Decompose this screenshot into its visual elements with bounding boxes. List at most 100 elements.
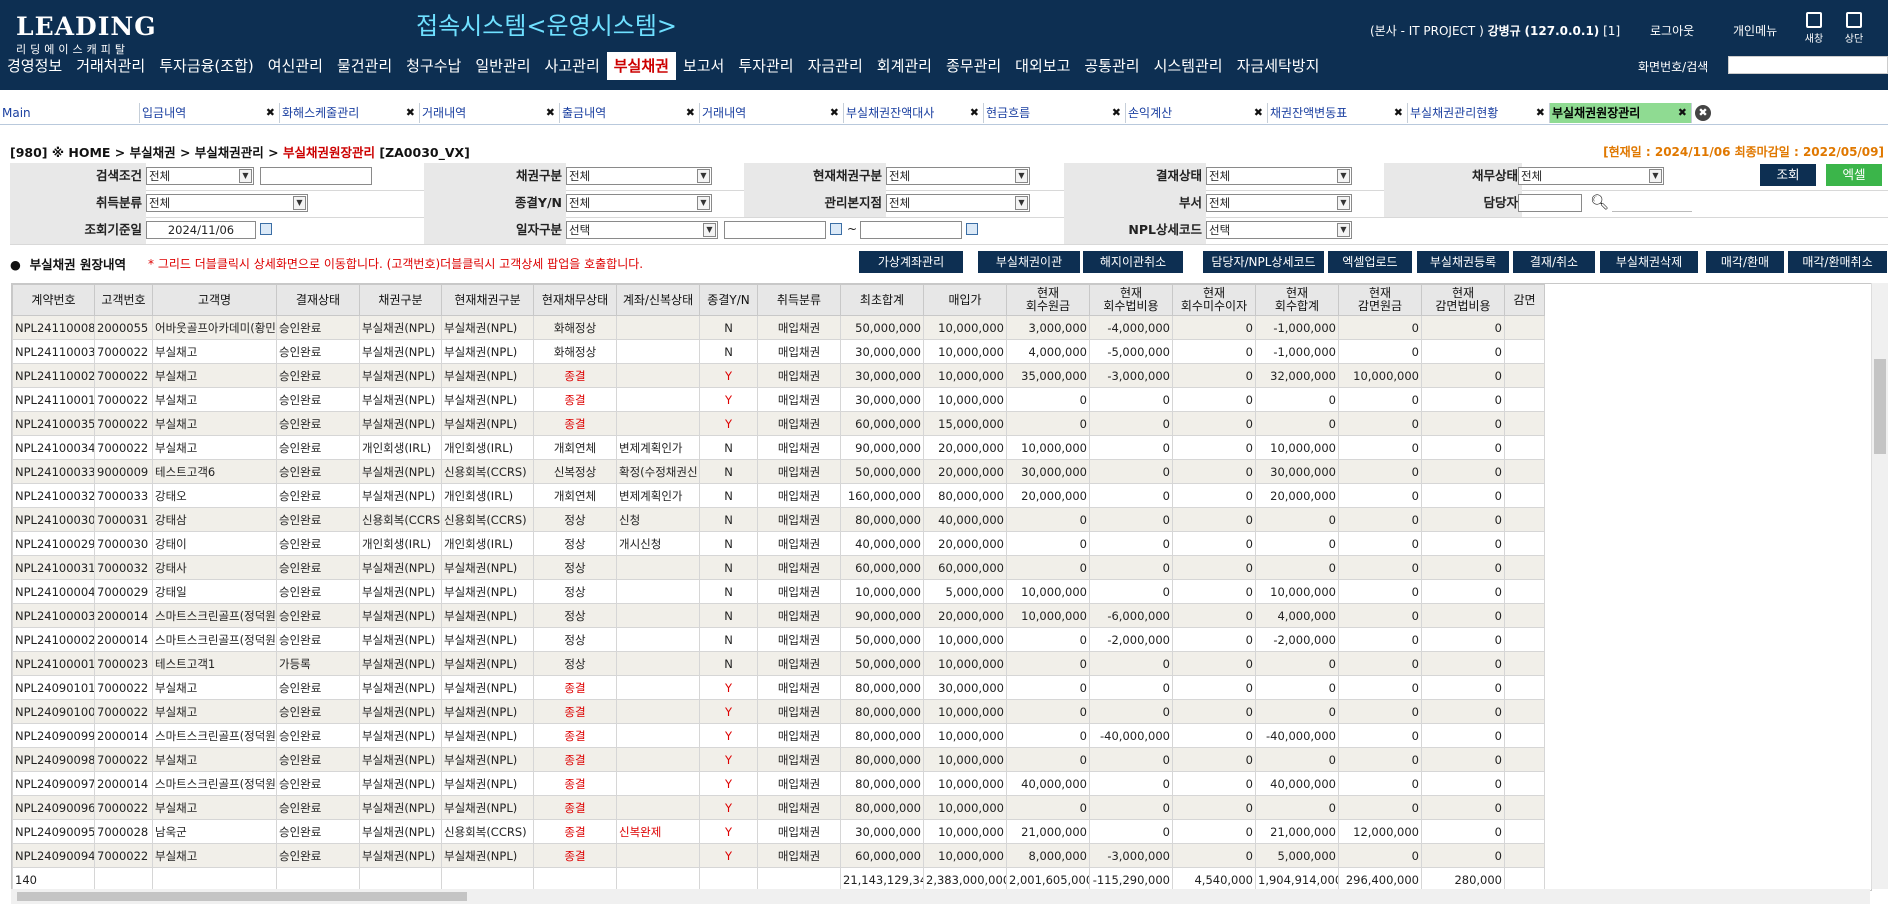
- menu-item[interactable]: 보고서: [676, 52, 731, 80]
- close-icon[interactable]: ✖: [406, 103, 415, 123]
- menu-item[interactable]: 청구수납: [399, 52, 468, 80]
- manager-npl-code-button[interactable]: 담당자/NPL상세코드: [1203, 251, 1324, 273]
- scroll-thumb[interactable]: [1874, 359, 1886, 454]
- tab[interactable]: 현금흐름 ✖: [984, 103, 1126, 123]
- data-grid[interactable]: 계약번호 고객번호 고객명 결재상태 채권구분 현재채권구분 현재채무상태 계좌/신복상태 종결…: [11, 283, 1872, 891]
- close-icon[interactable]: ✖: [830, 103, 839, 123]
- column-header[interactable]: 감면: [1504, 284, 1545, 316]
- search-keyword-input[interactable]: [260, 167, 372, 185]
- table-row[interactable]: NPL24110002 7000022 부실채고 승인완료 부실채권(NPL) 부실채권(…: [12, 363, 1545, 388]
- table-row[interactable]: NPL24090099 2000014 스마트스크린골프(정덕원 승인완료 부실채권(N…: [12, 723, 1545, 748]
- npl-code-select[interactable]: 선택 ▼: [1206, 221, 1352, 239]
- table-row[interactable]: NPL24100002 2000014 스마트스크린골프(정덕원 승인완료 부실채권(N…: [12, 627, 1545, 652]
- company-logo[interactable]: LEADING 리딩에이스캐피탈: [16, 12, 196, 57]
- tab[interactable]: 거래내역 ✖: [700, 103, 844, 123]
- menu-item[interactable]: 자금관리: [801, 52, 870, 80]
- column-header[interactable]: 현재 감면법비용: [1421, 284, 1505, 316]
- virtual-account-button[interactable]: 가상계좌관리: [859, 251, 963, 273]
- delete-button[interactable]: 부실채권삭제: [1600, 251, 1698, 273]
- close-icon[interactable]: ✖: [546, 103, 555, 123]
- column-header[interactable]: 최초합계: [840, 284, 924, 316]
- date-to-input[interactable]: [860, 221, 962, 239]
- table-row[interactable]: NPL24100031 7000032 강태사 승인완료 부실채권(NPL) 부실채권(N…: [12, 555, 1545, 580]
- column-header[interactable]: 고객번호: [94, 284, 153, 316]
- date-type-select[interactable]: 선택 ▼: [566, 221, 718, 239]
- debt-status-select[interactable]: 전체 ▼: [1518, 167, 1664, 185]
- search-cond-select[interactable]: 전체 ▼: [146, 167, 254, 185]
- table-row[interactable]: NPL24090100 7000022 부실채고 승인완료 부실채권(NPL) 부실채권(…: [12, 699, 1545, 724]
- manager-input[interactable]: [1518, 194, 1582, 212]
- tab[interactable]: 부실채권잔액대사 ✖: [844, 103, 984, 123]
- table-row[interactable]: NPL24100033 9000009 테스트고객6 승인완료 부실채권(NPL) 신용회…: [12, 459, 1545, 484]
- sell-buyback-cancel-button[interactable]: 매각/환매취소: [1788, 251, 1887, 273]
- column-header[interactable]: 현재 감면원금: [1338, 284, 1422, 316]
- table-row[interactable]: NPL24110001 7000022 부실채고 승인완료 부실채권(NPL) 부실채권(…: [12, 387, 1545, 412]
- excel-upload-button[interactable]: 엑셀업로드: [1328, 251, 1412, 273]
- menu-item[interactable]: 물건관리: [330, 52, 399, 80]
- tab[interactable]: 손익계산 ✖: [1126, 103, 1268, 123]
- column-header[interactable]: 현재 회수법비용: [1089, 284, 1173, 316]
- column-header[interactable]: 고객명: [152, 284, 277, 316]
- menu-item[interactable]: 여신관리: [261, 52, 330, 80]
- date-from-input[interactable]: [724, 221, 826, 239]
- approval-cancel-button[interactable]: 결재/취소: [1513, 251, 1595, 273]
- table-row[interactable]: NPL24090097 2000014 스마트스크린골프(정덕원 승인완료 부실채권(N…: [12, 771, 1545, 796]
- table-row[interactable]: NPL24100029 7000030 강태이 승인완료 개인회생(IRL) 개인회생(I…: [12, 531, 1545, 556]
- table-row[interactable]: NPL24100035 7000022 부실채고 승인완료 부실채권(NPL) 부실채권(…: [12, 411, 1545, 436]
- branch-select[interactable]: 전체 ▼: [886, 194, 1030, 212]
- search-icon[interactable]: 🔍︎: [1590, 193, 1609, 211]
- screen-search-input[interactable]: [1728, 56, 1888, 74]
- column-header[interactable]: 현재 회수원금: [1006, 284, 1090, 316]
- table-row[interactable]: NPL24090096 7000022 부실채고 승인완료 부실채권(NPL) 부실채권(…: [12, 795, 1545, 820]
- column-header[interactable]: 현재 회수합계: [1255, 284, 1339, 316]
- new-window-button[interactable]: 새창: [1800, 12, 1828, 45]
- search-button[interactable]: 조회: [1760, 164, 1816, 186]
- cancel-transfer-button[interactable]: 해지이관취소: [1083, 251, 1183, 273]
- horizontal-scrollbar[interactable]: [11, 889, 1870, 904]
- tab[interactable]: 출금내역 ✖: [560, 103, 700, 123]
- table-row[interactable]: NPL24090098 7000022 부실채고 승인완료 부실채권(NPL) 부실채권(…: [12, 747, 1545, 772]
- logout-link[interactable]: 로그아웃: [1650, 22, 1694, 39]
- tab[interactable]: 채권잔액변동표 ✖: [1268, 103, 1408, 123]
- bond-type-select[interactable]: 전체 ▼: [566, 167, 712, 185]
- sell-buyback-button[interactable]: 매각/환매: [1706, 251, 1784, 273]
- menu-item[interactable]: 일반관리: [468, 52, 537, 80]
- menu-item[interactable]: 자금세탁방지: [1230, 52, 1327, 80]
- column-header[interactable]: 매입가: [923, 284, 1007, 316]
- base-date-input[interactable]: 2024/11/06: [146, 221, 256, 239]
- register-button[interactable]: 부실채권등록: [1417, 251, 1509, 273]
- column-header[interactable]: 취득분류: [757, 284, 841, 316]
- menu-item[interactable]: 투자관리: [731, 52, 800, 80]
- close-icon[interactable]: ✖: [1678, 103, 1687, 123]
- calendar-icon[interactable]: [830, 223, 842, 235]
- table-row[interactable]: NPL24100032 7000033 강태오 승인완료 부실채권(NPL) 개인회생(I…: [12, 483, 1545, 508]
- tab-active[interactable]: 부실채권원장관리 ✖: [1550, 103, 1692, 123]
- tab[interactable]: 입금내역 ✖: [140, 103, 280, 123]
- personal-menu-link[interactable]: 개인메뉴: [1733, 22, 1777, 39]
- column-header[interactable]: 계좌/신복상태: [616, 284, 700, 316]
- calendar-icon[interactable]: [966, 223, 978, 235]
- close-icon[interactable]: ✖: [266, 103, 275, 123]
- dept-select[interactable]: 전체 ▼: [1206, 194, 1352, 212]
- table-row[interactable]: NPL24100030 7000031 강태삼 승인완료 신용회복(CCRS) 신용회복(…: [12, 507, 1545, 532]
- scroll-thumb[interactable]: [17, 892, 467, 901]
- tab-main[interactable]: Main: [0, 103, 140, 123]
- close-icon[interactable]: ✖: [1394, 103, 1403, 123]
- table-row[interactable]: NPL24100034 7000022 부실채고 승인완료 개인회생(IRL) 개인회생(…: [12, 435, 1545, 460]
- table-row[interactable]: NPL24100003 2000014 스마트스크린골프(정덕원 승인완료 부실채권(N…: [12, 603, 1545, 628]
- tab[interactable]: 거래내역 ✖: [420, 103, 560, 123]
- closed-select[interactable]: 전체 ▼: [566, 194, 712, 212]
- cur-bond-type-select[interactable]: 전체 ▼: [886, 167, 1030, 185]
- menu-item[interactable]: 대외보고: [1008, 52, 1077, 80]
- menu-item[interactable]: 거래처관리: [69, 52, 152, 80]
- acq-type-select[interactable]: 전체 ▼: [146, 194, 308, 212]
- column-header[interactable]: 결재상태: [276, 284, 360, 316]
- vertical-scrollbar[interactable]: [1871, 283, 1888, 889]
- menu-item[interactable]: 경영정보: [0, 52, 69, 80]
- transfer-button[interactable]: 부실채권이관: [978, 251, 1080, 273]
- top-button[interactable]: 상단: [1840, 12, 1868, 45]
- column-header[interactable]: 현재 회수미수이자: [1172, 284, 1256, 316]
- menu-item-active[interactable]: 부실채권: [606, 52, 676, 80]
- close-icon[interactable]: ✖: [1112, 103, 1121, 123]
- close-icon[interactable]: ✖: [686, 103, 695, 123]
